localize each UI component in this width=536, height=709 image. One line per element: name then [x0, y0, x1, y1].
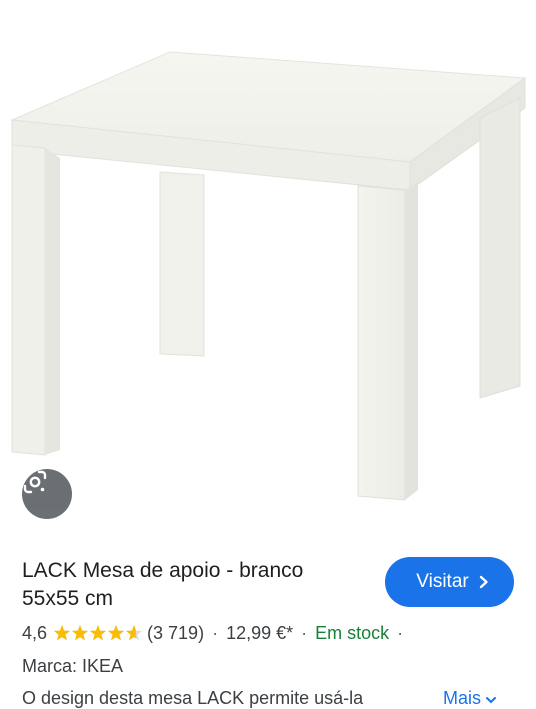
separator-dot: ·	[301, 622, 308, 643]
chevron-down-icon	[486, 697, 497, 704]
product-image[interactable]	[0, 0, 536, 538]
star-fill-icon	[89, 625, 107, 641]
separator-dot: ·	[397, 622, 404, 643]
review-count[interactable]: (3 719)	[147, 623, 204, 644]
chevron-right-icon	[479, 575, 489, 589]
product-title-line-2: 55x55 cm	[22, 587, 114, 610]
separator-dot: ·	[212, 622, 219, 643]
google-lens-button[interactable]	[22, 469, 72, 519]
visit-button[interactable]: Visitar	[385, 557, 514, 607]
star-fill-icon	[53, 625, 71, 641]
star-rating-icon	[53, 624, 143, 642]
brand-label: Marca: IKEA	[22, 656, 124, 676]
star-fill-icon	[107, 625, 125, 641]
more-link-label: Mais	[443, 688, 482, 708]
price: 12,99 €*	[226, 622, 294, 643]
table-illustration	[10, 51, 527, 501]
stock-status: Em stock	[315, 622, 390, 643]
product-title[interactable]: LACK Mesa de apoio - branco 55x55 cm	[22, 557, 367, 613]
google-lens-icon	[23, 470, 47, 494]
star-fill-icon	[71, 625, 89, 641]
rating-value: 4,6	[22, 622, 48, 643]
product-title-line-1: LACK Mesa de apoio - branco	[22, 559, 304, 582]
visit-button-label: Visitar	[416, 571, 469, 592]
rating-row: 4,6 (3 719) · 12,99 €* · Em stock ·	[22, 620, 411, 646]
